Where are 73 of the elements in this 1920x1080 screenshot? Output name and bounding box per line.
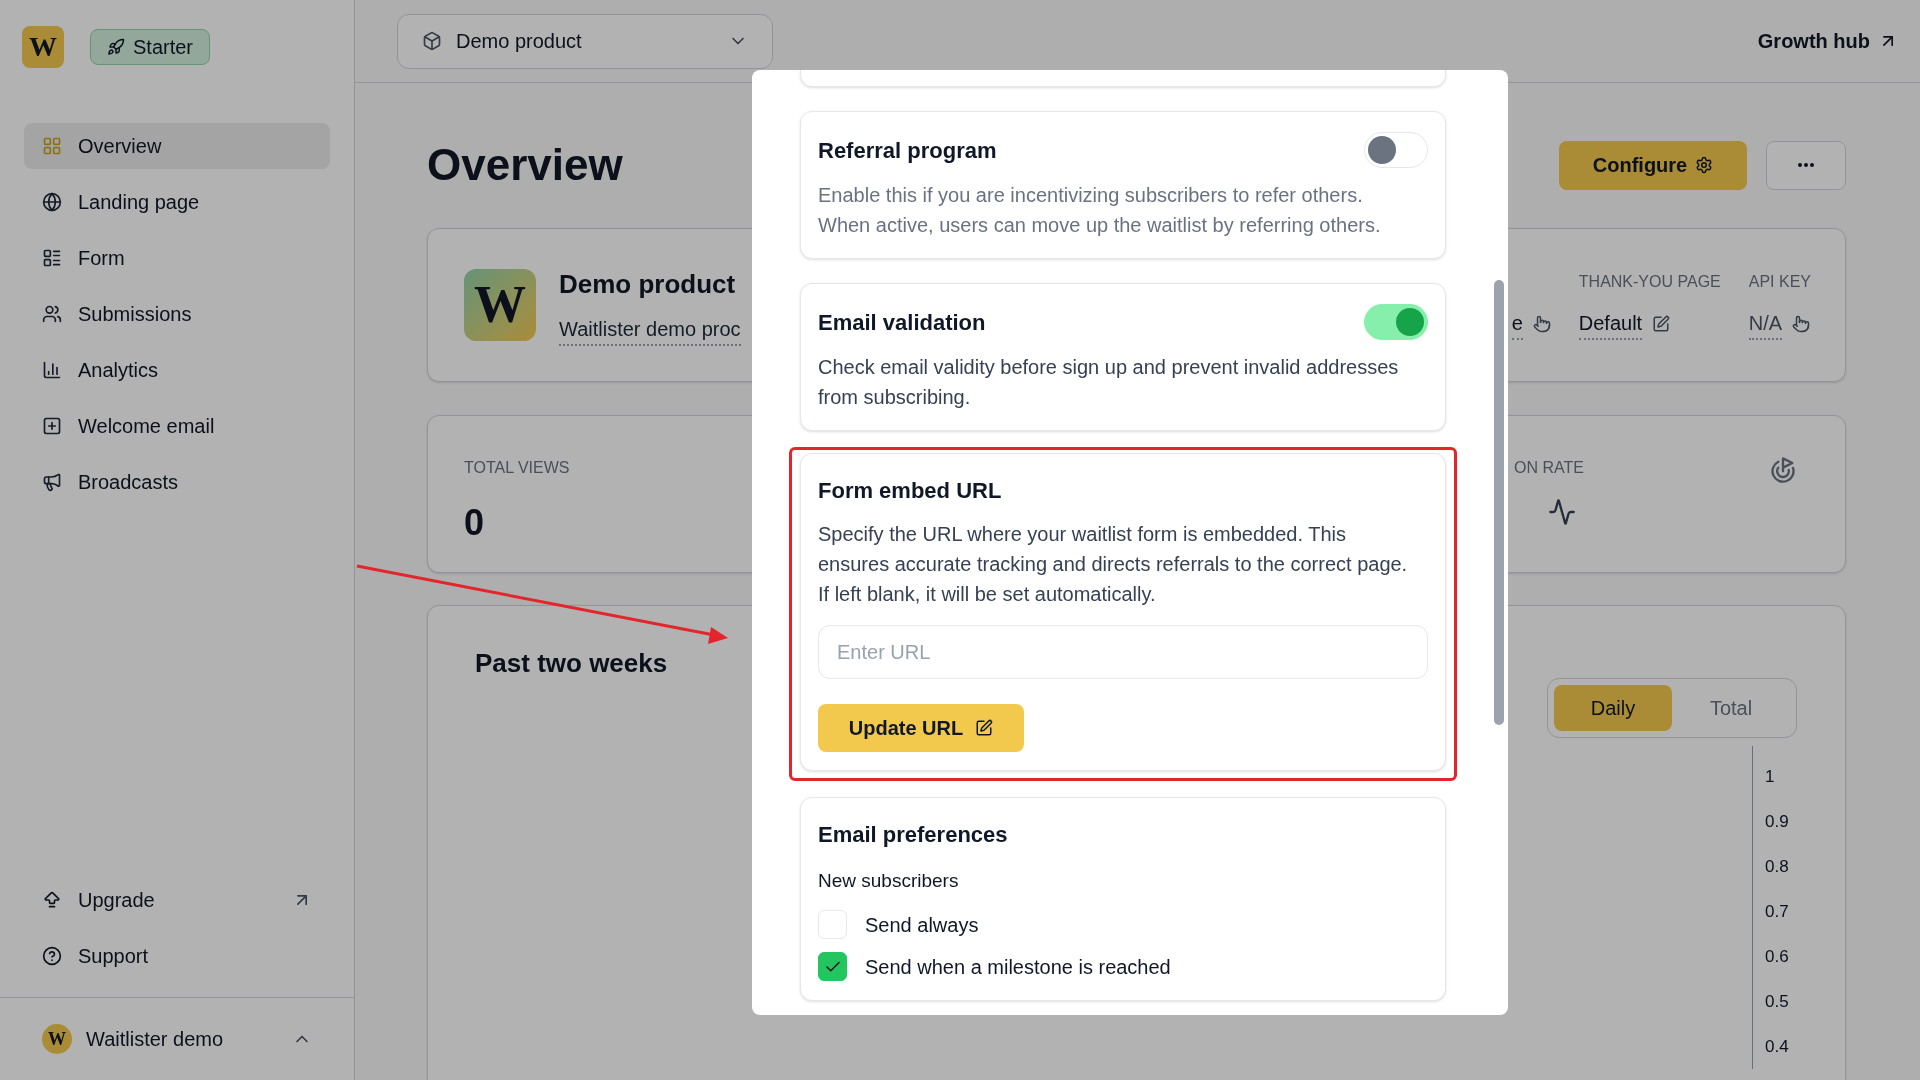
nav-item[interactable]: Welcome email <box>24 403 330 449</box>
nav-item[interactable]: Analytics <box>24 347 330 393</box>
app-logo: W <box>22 26 64 68</box>
nav-item[interactable]: Overview <box>24 123 330 169</box>
axis-label: 1 <box>1765 766 1776 788</box>
chart-title: Past two weeks <box>475 647 668 680</box>
checkbox[interactable] <box>818 952 847 981</box>
section-description: Enable this if you are incentivizing subscribers to refer others. When active, users can move up the waitlist by referring others. <box>818 183 1382 238</box>
nav-item[interactable]: Landing page <box>24 179 330 225</box>
account-avatar: W <box>42 1024 72 1054</box>
megaphone-icon <box>42 472 62 492</box>
plan-badge[interactable]: Starter <box>90 29 211 65</box>
nav-item[interactable]: Upgrade <box>24 877 330 923</box>
thank-you-value: Default <box>1578 308 1643 340</box>
axis-label: 0.9 <box>1765 811 1790 833</box>
field-value: e <box>1511 308 1523 340</box>
page-title: Overview <box>427 139 623 191</box>
url-input[interactable]: Enter URL <box>818 625 1428 679</box>
pointer-icon[interactable] <box>1792 315 1811 333</box>
configure-button[interactable]: Configure <box>1559 140 1747 190</box>
upload-arrow-icon <box>42 890 62 910</box>
users-icon <box>42 304 62 324</box>
more-icon <box>1798 163 1814 167</box>
account-switcher[interactable]: W Waitlister demo <box>0 997 354 1080</box>
section-title: Referral program <box>818 136 997 165</box>
product-name: Demo product <box>559 267 737 301</box>
update-url-button[interactable]: Update URL <box>818 704 1024 752</box>
scrollbar-thumb[interactable] <box>1494 280 1504 725</box>
edit-icon[interactable] <box>1652 315 1671 333</box>
stat-label: ON RATE <box>1514 458 1584 478</box>
growth-hub-link[interactable]: Growth hub <box>1757 26 1898 56</box>
toggle-switch[interactable] <box>1364 304 1428 340</box>
product-logo: W <box>464 269 536 341</box>
edit-icon <box>975 719 994 737</box>
plus-square-icon <box>42 416 62 436</box>
section-description: Specify the URL where your waitlist form is embedded. This ensures accurate tracking and directs referrals to the correct page. If left blank, it will be set automatically. <box>818 522 1409 607</box>
pointer-icon[interactable] <box>1532 315 1551 333</box>
stat-label: TOTAL VIEWS <box>464 458 570 478</box>
grid-icon <box>42 136 62 156</box>
section-title: Email validation <box>818 308 986 337</box>
cube-icon <box>422 31 442 51</box>
checkbox-label: Send always <box>865 912 979 938</box>
nav-item[interactable]: Form <box>24 235 330 281</box>
bar-chart-icon <box>42 360 62 380</box>
section-title: Email preferences <box>818 821 1009 849</box>
mode-tab[interactable]: Daily <box>1554 685 1672 731</box>
globe-icon <box>42 192 62 212</box>
checkbox-label: Send when a milestone is reached <box>865 954 1171 980</box>
section-title: Form embed URL <box>818 477 1003 505</box>
form-icon <box>42 248 62 268</box>
section-subtitle: New subscribers <box>818 869 960 893</box>
section-description: Check email validity before sign up and prevent invalid addresses from subscribing. <box>818 355 1400 410</box>
axis-label: 0.5 <box>1765 991 1790 1013</box>
product-link[interactable]: Waitlister demo proc <box>559 313 741 346</box>
axis-label: 0.4 <box>1765 1036 1790 1058</box>
nav-item[interactable]: Broadcasts <box>24 459 330 505</box>
axis-label: 0.7 <box>1765 901 1790 923</box>
rocket-icon <box>107 38 125 56</box>
axis-label: 0.8 <box>1765 856 1790 878</box>
stat-value: 0 <box>464 501 486 545</box>
thank-you-label: THANK-YOU PAGE <box>1578 272 1721 292</box>
nav-item[interactable]: Submissions <box>24 291 330 337</box>
pulse-icon <box>1548 498 1577 526</box>
axis-label: 0.6 <box>1765 946 1790 968</box>
target-icon <box>1769 456 1797 484</box>
toggle-switch[interactable] <box>1364 132 1428 168</box>
mode-tab[interactable]: Total <box>1672 685 1790 731</box>
api-key-label: API KEY <box>1748 272 1811 292</box>
help-circle-icon <box>42 946 62 966</box>
product-select[interactable]: Demo product <box>397 13 773 69</box>
api-key-value: N/A <box>1748 308 1783 340</box>
settings-icon <box>1695 156 1714 174</box>
nav-item[interactable]: Support <box>24 933 330 979</box>
